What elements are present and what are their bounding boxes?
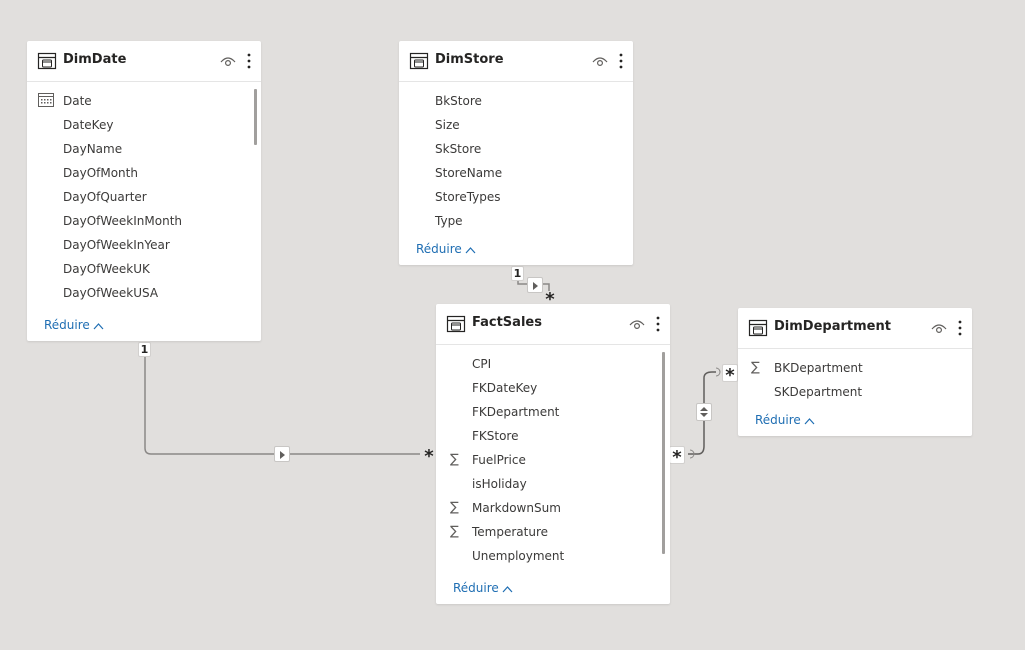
eye-icon[interactable]: [220, 54, 236, 68]
field-item[interactable]: DayOfWeekUSA: [63, 285, 158, 301]
cardinality-one-label: 1: [511, 266, 524, 281]
collapse-label: Réduire: [416, 242, 462, 256]
table-header[interactable]: FactSales: [436, 304, 670, 345]
collapse-label: Réduire: [453, 581, 499, 595]
field-item[interactable]: StoreTypes: [435, 189, 501, 205]
eye-icon[interactable]: [592, 54, 608, 68]
cardinality-many-label: *: [722, 364, 738, 386]
field-item[interactable]: DayOfWeekInMonth: [63, 213, 182, 229]
more-options-icon[interactable]: [957, 319, 963, 337]
filter-direction-single-icon[interactable]: [274, 446, 290, 462]
field-item[interactable]: BkStore: [435, 93, 482, 109]
collapse-button[interactable]: Réduire: [755, 412, 815, 428]
field-item[interactable]: DayName: [63, 141, 122, 157]
field-item[interactable]: DayOfWeekInYear: [63, 237, 170, 253]
cardinality-many-label: *: [424, 446, 434, 467]
table-icon: [409, 52, 429, 70]
chevron-up-icon: [465, 246, 476, 253]
more-options-icon[interactable]: [655, 315, 661, 333]
more-options-icon[interactable]: [618, 52, 624, 70]
chevron-up-icon: [93, 322, 104, 329]
model-canvas[interactable]: 1 * 1 * * * DimDate Date DateKey DayName…: [0, 0, 1025, 650]
table-card-dimdate[interactable]: DimDate Date DateKey DayName DayOfMonth …: [27, 41, 261, 341]
table-title: DimDepartment: [774, 319, 891, 334]
eye-icon[interactable]: [629, 317, 645, 331]
field-item[interactable]: Size: [435, 117, 460, 133]
field-item[interactable]: BKDepartment: [774, 360, 863, 376]
field-item[interactable]: DayOfMonth: [63, 165, 138, 181]
table-header[interactable]: DimDepartment: [738, 308, 972, 349]
cardinality-many-label: *: [669, 446, 685, 468]
field-item[interactable]: FuelPrice: [472, 452, 526, 468]
table-card-factsales[interactable]: FactSales CPI FKDateKey FKDepartment FKS…: [436, 304, 670, 604]
collapse-button[interactable]: Réduire: [416, 241, 476, 257]
field-item[interactable]: SKDepartment: [774, 384, 862, 400]
filter-direction-both-icon[interactable]: [696, 403, 712, 421]
field-item[interactable]: DayOfQuarter: [63, 189, 147, 205]
table-title: DimStore: [435, 52, 504, 67]
collapse-button[interactable]: Réduire: [453, 580, 513, 596]
filter-direction-single-icon[interactable]: [527, 277, 543, 293]
sum-icon: ∑: [450, 524, 459, 539]
field-item[interactable]: SkStore: [435, 141, 481, 157]
scrollbar-thumb[interactable]: [254, 89, 257, 145]
collapse-button[interactable]: Réduire: [44, 317, 104, 333]
relationship-line-date-sales[interactable]: [144, 355, 420, 455]
field-item[interactable]: Type: [435, 213, 463, 229]
table-icon: [446, 315, 466, 333]
field-item[interactable]: StoreName: [435, 165, 502, 181]
eye-icon[interactable]: [931, 321, 947, 335]
field-item[interactable]: FKDateKey: [472, 380, 537, 396]
field-item[interactable]: Temperature: [472, 524, 548, 540]
field-item[interactable]: FKStore: [472, 428, 519, 444]
scrollbar-thumb[interactable]: [662, 352, 665, 554]
table-icon: [748, 319, 768, 337]
field-item[interactable]: DateKey: [63, 117, 113, 133]
field-item[interactable]: isHoliday: [472, 476, 527, 492]
table-header[interactable]: DimDate: [27, 41, 261, 82]
cardinality-one-label: 1: [138, 342, 151, 357]
table-header[interactable]: DimStore: [399, 41, 633, 82]
chevron-up-icon: [502, 585, 513, 592]
field-item[interactable]: Unemployment: [472, 548, 564, 564]
sum-icon: ∑: [450, 500, 459, 515]
more-options-icon[interactable]: [246, 52, 252, 70]
table-card-dimdepartment[interactable]: DimDepartment ∑ BKDepartment SKDepartmen…: [738, 308, 972, 436]
line-end-cap-icon: [715, 367, 721, 377]
table-title: FactSales: [472, 315, 542, 330]
field-item[interactable]: CPI: [472, 356, 491, 372]
table-title: DimDate: [63, 52, 127, 67]
table-icon: [37, 52, 57, 70]
field-item[interactable]: DayOfWeekUK: [63, 261, 150, 277]
sum-icon: ∑: [450, 452, 459, 467]
chevron-up-icon: [804, 417, 815, 424]
field-item[interactable]: Date: [63, 93, 92, 109]
sum-icon: ∑: [751, 360, 760, 375]
field-item[interactable]: FKDepartment: [472, 404, 559, 420]
collapse-label: Réduire: [44, 318, 90, 332]
collapse-label: Réduire: [755, 413, 801, 427]
table-card-dimstore[interactable]: DimStore BkStore Size SkStore StoreName …: [399, 41, 633, 265]
calendar-icon: [38, 93, 54, 107]
field-item[interactable]: MarkdownSum: [472, 500, 561, 516]
